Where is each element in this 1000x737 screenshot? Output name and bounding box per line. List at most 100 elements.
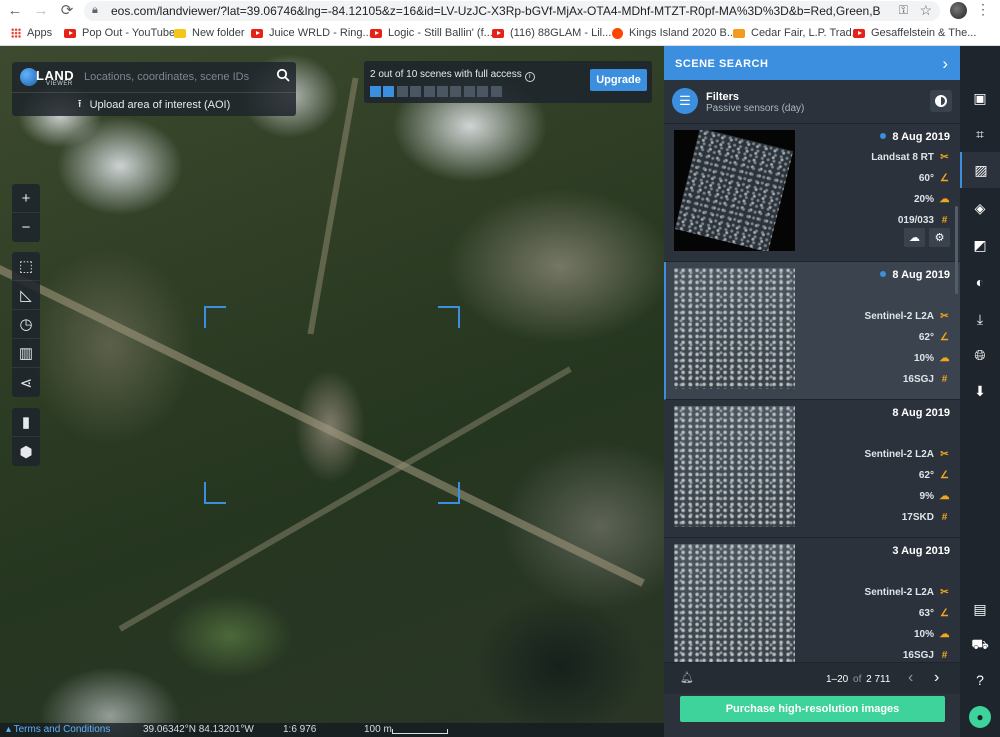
- time-lapse-icon[interactable]: ◷: [12, 310, 40, 339]
- bookmark-item[interactable]: Gesaffelstein & The...: [853, 27, 976, 39]
- download-icon[interactable]: ⤓: [960, 301, 1000, 337]
- chevron-left-icon[interactable]: ‹: [908, 669, 913, 687]
- 3d-cube-icon[interactable]: ⬢: [12, 437, 40, 466]
- map-toolbar: ⬚ ◺ ◷ ▥ ⋖: [12, 252, 40, 397]
- aoi-shape-icon[interactable]: ⌗: [960, 116, 1000, 152]
- image-icon[interactable]: ▨: [960, 152, 1000, 188]
- scene-date: 8 Aug 2019: [880, 269, 950, 281]
- url-text[interactable]: eos.com/landviewer/?lat=39.06746&lng=-84…: [111, 4, 881, 18]
- purchase-button[interactable]: Purchase high-resolution images: [680, 696, 945, 722]
- browser-menu-icon[interactable]: ⋮: [976, 1, 990, 18]
- satellite-icon: ✂: [940, 587, 949, 598]
- cursor-coordinates: 39.06342°N 84.13201°W: [143, 724, 254, 735]
- bookmark-item[interactable]: Pop Out - YouTube: [64, 27, 175, 39]
- bookmark-star-icon[interactable]: ☆: [919, 2, 932, 19]
- share-icon[interactable]: ⋖: [12, 368, 40, 397]
- scene-card[interactable]: 8 Aug 2019 Sentinel-2 L2A ✂ 62° ∠ 9% ☁ 17SK…: [664, 400, 960, 538]
- sun-angle-label: 62°: [918, 332, 934, 343]
- satellite-icon: ✂: [940, 311, 949, 322]
- scene-angle: 62° ∠: [919, 470, 950, 481]
- scene-card[interactable]: 3 Aug 2019 Sentinel-2 L2A ✂ 63° ∠ 10% ☁ 16S…: [664, 538, 960, 662]
- analytics-toolbar: ▮ ⬢: [12, 408, 40, 466]
- layers-icon[interactable]: ◈: [960, 190, 1000, 226]
- forward-arrow-icon[interactable]: →: [32, 2, 50, 20]
- chevron-right-icon[interactable]: ›: [942, 54, 948, 74]
- filters-icon[interactable]: ☰: [672, 88, 698, 114]
- search-input[interactable]: [84, 66, 276, 88]
- scene-card[interactable]: 8 Aug 2019 Landsat 8 RT ✂ 60° ∠ 20% ☁ 019/0…: [664, 124, 960, 262]
- info-icon[interactable]: i: [524, 72, 535, 82]
- bookmark-label: Apps: [27, 27, 53, 39]
- scene-tile: 16SGJ #: [903, 374, 950, 385]
- zoom-in-icon[interactable]: +: [12, 184, 40, 213]
- scene-satellite: Sentinel-2 L2A ✂: [865, 311, 950, 322]
- chart-icon[interactable]: ◩: [960, 227, 1000, 263]
- help-icon[interactable]: ?: [960, 662, 1000, 698]
- access-block: [370, 86, 381, 97]
- scene-search-panel: SCENE SEARCH › ☰ Filters Passive sensors…: [664, 46, 960, 737]
- analytics-chart-icon[interactable]: ▮: [12, 408, 40, 437]
- scene-list[interactable]: 8 Aug 2019 Landsat 8 RT ✂ 60° ∠ 20% ☁ 019/0…: [664, 124, 960, 662]
- back-arrow-icon[interactable]: ←: [6, 2, 24, 20]
- tile-id-label: 17SKD: [901, 512, 934, 523]
- draw-aoi-icon[interactable]: ⬚: [12, 252, 40, 281]
- contrast-toggle-button[interactable]: [930, 90, 952, 112]
- bookmark-item[interactable]: New folder: [174, 27, 245, 39]
- scene-list-scrollbar[interactable]: [955, 206, 958, 294]
- scene-actions: ☁ ⚙: [904, 228, 950, 247]
- scene-thumbnail: [674, 268, 795, 389]
- chat-icon[interactable]: ▤: [960, 591, 1000, 627]
- tile-id-label: 16SGJ: [902, 374, 934, 385]
- scene-thumbnail: [674, 406, 795, 527]
- globe-icon[interactable]: 🌐︎: [960, 337, 1000, 373]
- filters-row[interactable]: ☰ Filters Passive sensors (day): [664, 82, 960, 124]
- bookmark-item[interactable]: Logic - Still Ballin' (f...: [370, 27, 493, 39]
- chevron-right-icon[interactable]: ›: [934, 669, 939, 687]
- bookmark-apps[interactable]: Apps: [11, 27, 52, 39]
- settings-icon[interactable]: ⚙: [929, 228, 950, 247]
- access-block: [383, 86, 395, 97]
- hd-icon[interactable]: ▣: [960, 80, 1000, 116]
- key-icon[interactable]: ⚿: [899, 3, 908, 18]
- angle-icon: ∠: [940, 332, 949, 343]
- download-circle-icon[interactable]: ⬇: [960, 373, 1000, 409]
- scene-clouds: 20% ☁: [914, 194, 950, 205]
- map-scale: 1:6 976: [283, 724, 317, 735]
- reload-icon[interactable]: ⟳: [58, 2, 76, 20]
- measure-icon[interactable]: ◺: [12, 281, 40, 310]
- youtube-icon: [853, 28, 865, 38]
- bookmark-item[interactable]: Cedar Fair, L.P. Trad...: [733, 27, 861, 39]
- scene-date-label: 3 Aug 2019: [892, 545, 950, 557]
- search-icon[interactable]: [276, 68, 290, 82]
- cart-icon[interactable]: ⛟: [960, 627, 1000, 663]
- zoom-out-icon[interactable]: −: [12, 213, 40, 242]
- bookmark-item[interactable]: Juice WRLD - Ring...: [251, 27, 372, 39]
- map-layers-book-icon[interactable]: ▥: [12, 339, 40, 368]
- scene-card[interactable]: 8 Aug 2019 Sentinel-2 L2A ✂ 62° ∠ 10% ☁ 16S…: [664, 262, 960, 400]
- pagination: 🔔︎ 1–20 of 2 711 ‹ ›: [664, 662, 960, 694]
- aoi-corner-bottom-left: [204, 482, 226, 504]
- terms-link[interactable]: ▴ Terms and Conditions: [6, 724, 110, 735]
- browser-chrome: ← → ⟳ 🔒︎ eos.com/landviewer/?lat=39.0674…: [0, 0, 1000, 46]
- access-block: [463, 86, 475, 97]
- access-block: [410, 86, 422, 97]
- folder-icon: [174, 28, 186, 38]
- upgrade-button[interactable]: Upgrade: [590, 69, 647, 91]
- bookmark-label: Gesaffelstein & The...: [871, 27, 977, 39]
- map-road: [307, 77, 359, 335]
- user-account-icon[interactable]: ●: [969, 706, 991, 728]
- download-cloud-icon[interactable]: ☁: [904, 228, 925, 247]
- upload-aoi-button[interactable]: ⭱ Upload area of interest (AOI): [12, 93, 296, 116]
- contrast-icon[interactable]: ◐: [960, 264, 1000, 300]
- address-bar[interactable]: 🔒︎ eos.com/landviewer/?lat=39.06746&lng=…: [84, 1, 940, 21]
- cloud-sun-icon: ☁: [939, 194, 950, 205]
- scene-angle: 63° ∠: [919, 608, 950, 619]
- bookmark-item[interactable]: Kings Island 2020 B...: [612, 27, 736, 39]
- profile-avatar[interactable]: [950, 2, 967, 19]
- cloud-cover-label: 9%: [919, 491, 934, 502]
- bell-icon[interactable]: 🔔︎: [680, 671, 694, 684]
- bookmark-item[interactable]: (116) 88GLAM - Lil...: [492, 27, 611, 39]
- cloud-sun-icon: ☁: [939, 353, 950, 364]
- satellite-map[interactable]: [0, 46, 664, 737]
- satellite-icon: ✂: [940, 152, 949, 163]
